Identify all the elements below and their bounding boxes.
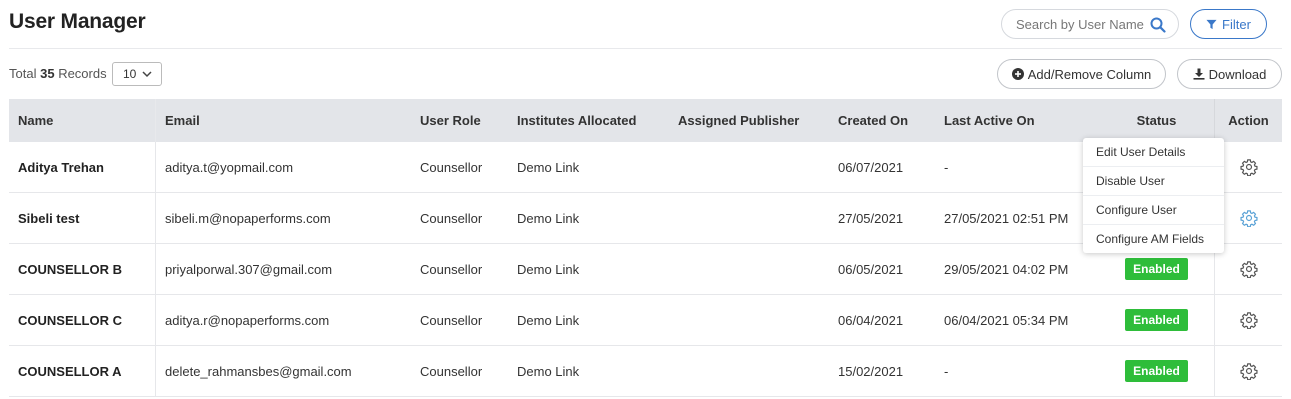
header-divider (9, 48, 1282, 49)
cell-email: delete_rahmansbes@gmail.com (155, 345, 420, 397)
cell-created: 06/05/2021 (838, 243, 944, 295)
page-title: User Manager (9, 10, 146, 33)
cell-name: Sibeli test (9, 192, 156, 244)
table-row: COUNSELLOR A delete_rahmansbes@gmail.com… (9, 345, 1282, 397)
cell-last-active: - (944, 345, 1099, 397)
cell-action (1214, 243, 1282, 295)
download-button[interactable]: Download (1177, 59, 1282, 89)
menu-item-configure-user[interactable]: Configure User (1083, 196, 1224, 225)
header-assigned-publisher[interactable]: Assigned Publisher (678, 99, 838, 142)
header-last-active[interactable]: Last Active On (944, 99, 1099, 142)
header-status[interactable]: Status (1099, 99, 1215, 142)
gear-icon[interactable] (1239, 158, 1258, 176)
search-input[interactable] (1016, 15, 1144, 33)
cell-publisher (678, 294, 838, 346)
add-remove-column-button[interactable]: Add/Remove Column (997, 59, 1166, 89)
cell-name: COUNSELLOR A (9, 345, 156, 397)
cell-last-active: 29/05/2021 04:02 PM (944, 243, 1099, 295)
status-badge: Enabled (1125, 258, 1188, 280)
cell-role: Counsellor (420, 243, 517, 295)
records-number: 35 (40, 66, 55, 81)
cell-email: aditya.r@nopaperforms.com (155, 294, 420, 346)
cell-status: Enabled (1099, 345, 1215, 397)
cell-role: Counsellor (420, 142, 517, 193)
cell-action (1214, 142, 1282, 193)
status-badge: Enabled (1125, 360, 1188, 382)
cell-publisher (678, 192, 838, 244)
cell-publisher (678, 243, 838, 295)
cell-role: Counsellor (420, 294, 517, 346)
plus-circle-icon (1011, 68, 1024, 80)
cell-institutes: Demo Link (517, 142, 678, 193)
menu-item-disable-user[interactable]: Disable User (1083, 167, 1224, 196)
cell-publisher (678, 142, 838, 193)
header-user-role[interactable]: User Role (420, 99, 517, 142)
gear-icon[interactable] (1239, 362, 1258, 380)
cell-name: Aditya Trehan (9, 142, 156, 193)
cell-email: aditya.t@yopmail.com (155, 142, 420, 193)
table-header-row: Name Email User Role Institutes Allocate… (9, 99, 1282, 142)
cell-created: 06/07/2021 (838, 142, 944, 193)
search-box[interactable] (1001, 9, 1179, 39)
cell-name: COUNSELLOR C (9, 294, 156, 346)
header-institutes[interactable]: Institutes Allocated (517, 99, 678, 142)
cell-institutes: Demo Link (517, 294, 678, 346)
cell-created: 15/02/2021 (838, 345, 944, 397)
filter-icon (1206, 19, 1217, 29)
gear-icon[interactable] (1239, 209, 1258, 227)
menu-item-configure-am-fields[interactable]: Configure AM Fields (1083, 225, 1224, 253)
action-dropdown-menu: Edit User Details Disable User Configure… (1083, 138, 1224, 253)
add-remove-column-label: Add/Remove Column (1027, 66, 1152, 82)
records-suffix: Records (58, 66, 107, 81)
cell-last-active: 27/05/2021 02:51 PM (944, 192, 1099, 244)
download-icon (1193, 68, 1205, 80)
filter-label: Filter (1222, 16, 1251, 32)
cell-name: COUNSELLOR B (9, 243, 156, 295)
page-size-select[interactable]: 10 (112, 62, 162, 86)
cell-publisher (678, 345, 838, 397)
cell-last-active: 06/04/2021 05:34 PM (944, 294, 1099, 346)
header-action: Action (1214, 99, 1282, 142)
header-created-on[interactable]: Created On (838, 99, 944, 142)
cell-institutes: Demo Link (517, 345, 678, 397)
chevron-down-icon (142, 70, 152, 77)
search-icon[interactable] (1150, 17, 1166, 33)
status-badge: Enabled (1125, 309, 1188, 331)
cell-action (1214, 345, 1282, 397)
table-row: COUNSELLOR C aditya.r@nopaperforms.com C… (9, 294, 1282, 346)
gear-icon[interactable] (1239, 260, 1258, 278)
cell-action (1214, 192, 1282, 244)
cell-last-active: - (944, 142, 1099, 193)
cell-email: priyalporwal.307@gmail.com (155, 243, 420, 295)
records-count: Total 35 Records (9, 66, 107, 81)
filter-button[interactable]: Filter (1190, 9, 1267, 39)
cell-action (1214, 294, 1282, 346)
cell-role: Counsellor (420, 192, 517, 244)
page-size-value: 10 (123, 67, 137, 81)
header-email[interactable]: Email (156, 99, 421, 142)
download-label: Download (1208, 66, 1267, 82)
records-prefix: Total (9, 66, 37, 81)
cell-role: Counsellor (420, 345, 517, 397)
header-name[interactable]: Name (9, 99, 156, 142)
menu-item-edit-user-details[interactable]: Edit User Details (1083, 138, 1224, 167)
cell-status: Enabled (1099, 294, 1215, 346)
gear-icon[interactable] (1239, 311, 1258, 329)
cell-created: 27/05/2021 (838, 192, 944, 244)
cell-institutes: Demo Link (517, 192, 678, 244)
cell-institutes: Demo Link (517, 243, 678, 295)
cell-email: sibeli.m@nopaperforms.com (155, 192, 420, 244)
cell-created: 06/04/2021 (838, 294, 944, 346)
